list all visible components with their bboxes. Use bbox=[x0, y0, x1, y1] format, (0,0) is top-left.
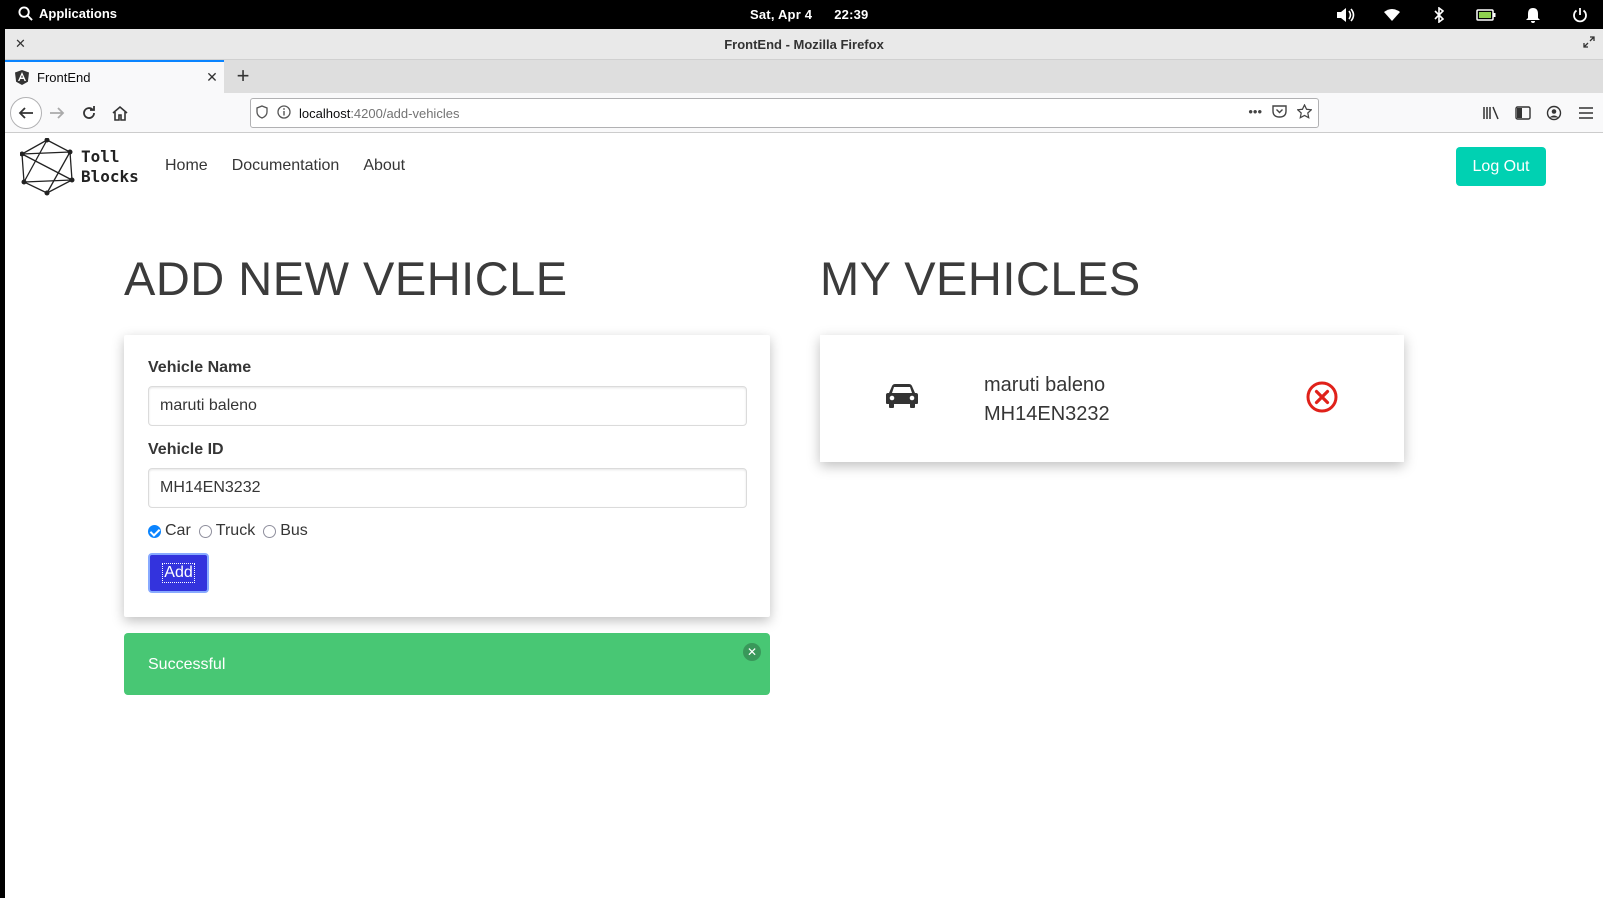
network-logo-icon bbox=[20, 138, 75, 196]
reload-icon bbox=[83, 106, 95, 119]
forward-button[interactable] bbox=[43, 99, 71, 127]
radio-truck[interactable]: Truck bbox=[198, 522, 256, 540]
vehicle-info: maruti baleno MH14EN3232 bbox=[984, 371, 1110, 429]
battery-icon[interactable] bbox=[1462, 4, 1509, 26]
radio-bus[interactable]: Bus bbox=[263, 522, 308, 540]
vehicle-id-input[interactable]: MH14EN3232 bbox=[148, 468, 747, 508]
navigation-toolbar: localhost:4200/add-vehicles ••• bbox=[5, 93, 1603, 133]
bookmark-star-icon[interactable] bbox=[1296, 103, 1313, 122]
time-label: 22:39 bbox=[834, 7, 869, 22]
clock[interactable]: Sat, Apr 4 22:39 bbox=[750, 7, 868, 22]
main-menu: Home Documentation About bbox=[165, 157, 405, 175]
add-vehicle-heading: ADD NEW VEHICLE bbox=[124, 252, 568, 305]
tab-bar: FrontEnd ✕ + bbox=[5, 60, 1603, 93]
toolbar-right bbox=[1476, 101, 1603, 125]
restore-window-icon[interactable] bbox=[1583, 36, 1595, 51]
radio-unchecked-icon[interactable] bbox=[198, 524, 212, 538]
notifications-icon[interactable] bbox=[1509, 4, 1556, 26]
bluetooth-icon[interactable] bbox=[1415, 4, 1462, 26]
system-top-bar: Applications Sat, Apr 4 22:39 bbox=[0, 0, 1603, 29]
web-page: Toll Blocks Home Documentation About Log … bbox=[5, 134, 1603, 898]
back-arrow-icon bbox=[18, 107, 33, 119]
add-button-label: Add bbox=[162, 563, 195, 583]
tab-frontend[interactable]: FrontEnd ✕ bbox=[5, 60, 224, 93]
window-titlebar[interactable]: ✕ FrontEnd - Mozilla Firefox bbox=[5, 29, 1603, 60]
back-button[interactable] bbox=[10, 97, 42, 129]
page-actions-icon[interactable]: ••• bbox=[1248, 104, 1262, 122]
brand-logo[interactable]: Toll Blocks bbox=[20, 138, 139, 196]
window-title: FrontEnd - Mozilla Firefox bbox=[724, 37, 884, 52]
brand-line-1: Toll bbox=[81, 147, 120, 166]
radio-car[interactable]: Car bbox=[148, 522, 191, 540]
tab-title: FrontEnd bbox=[37, 70, 91, 85]
vehicle-name: maruti baleno bbox=[984, 374, 1106, 396]
applications-label: Applications bbox=[39, 6, 118, 21]
add-button[interactable]: Add bbox=[148, 553, 209, 593]
reload-button[interactable] bbox=[75, 99, 103, 127]
url-path: :4200/add-vehicles bbox=[350, 105, 460, 121]
angular-favicon-icon bbox=[15, 70, 29, 85]
hamburger-menu-icon[interactable] bbox=[1569, 101, 1603, 125]
app-navbar: Toll Blocks Home Documentation About Log … bbox=[5, 134, 1603, 199]
vehicle-id-value: MH14EN3232 bbox=[160, 479, 261, 496]
system-tray bbox=[1321, 4, 1603, 26]
applications-menu[interactable]: Applications bbox=[18, 6, 117, 21]
log-out-button[interactable]: Log Out bbox=[1456, 147, 1546, 186]
sidebar-icon[interactable] bbox=[1507, 101, 1538, 125]
notification-text: Successful bbox=[148, 656, 226, 673]
dismiss-notification-icon[interactable]: ✕ bbox=[743, 643, 761, 661]
home-button[interactable] bbox=[106, 99, 134, 127]
close-tab-icon[interactable]: ✕ bbox=[200, 69, 224, 86]
vehicle-name-value: maruti baleno bbox=[160, 397, 257, 414]
shield-icon[interactable] bbox=[251, 104, 273, 122]
brand-name: Toll Blocks bbox=[81, 147, 139, 187]
vehicle-type-group: Car Truck Bus bbox=[148, 522, 746, 540]
nav-about-link[interactable]: About bbox=[363, 157, 405, 175]
date-label: Sat, Apr 4 bbox=[750, 7, 813, 22]
browser-window: ✕ FrontEnd - Mozilla Firefox FrontEnd ✕ … bbox=[5, 29, 1603, 898]
vehicle-id-label: Vehicle ID bbox=[148, 441, 224, 458]
wifi-icon[interactable] bbox=[1368, 4, 1415, 26]
power-icon[interactable] bbox=[1556, 4, 1603, 26]
vehicle-name-input[interactable]: maruti baleno bbox=[148, 386, 747, 426]
info-icon[interactable] bbox=[273, 104, 295, 122]
radio-bus-label: Bus bbox=[280, 522, 308, 539]
add-vehicle-form: Vehicle Name maruti baleno Vehicle ID MH… bbox=[124, 335, 770, 617]
radio-unchecked-icon[interactable] bbox=[263, 524, 277, 538]
add-vehicle-section: ADD NEW VEHICLE Vehicle Name maruti bale… bbox=[124, 251, 770, 695]
my-vehicles-section: MY VEHICLES maruti baleno MH14EN3232 bbox=[820, 251, 1404, 462]
search-icon bbox=[18, 6, 33, 21]
pocket-icon[interactable] bbox=[1272, 104, 1287, 122]
car-icon bbox=[886, 384, 918, 408]
radio-checked-icon[interactable] bbox=[148, 524, 161, 538]
vehicle-id: MH14EN3232 bbox=[984, 403, 1110, 425]
url-bar[interactable]: localhost:4200/add-vehicles ••• bbox=[250, 98, 1319, 128]
home-icon bbox=[112, 105, 128, 121]
new-tab-icon[interactable]: + bbox=[231, 64, 255, 88]
volume-icon[interactable] bbox=[1321, 4, 1368, 26]
my-vehicles-heading: MY VEHICLES bbox=[820, 252, 1141, 305]
success-notification: Successful ✕ bbox=[124, 633, 770, 695]
account-icon[interactable] bbox=[1538, 101, 1569, 125]
library-icon[interactable] bbox=[1476, 101, 1507, 125]
brand-line-2: Blocks bbox=[81, 167, 139, 186]
remove-vehicle-icon[interactable] bbox=[1306, 381, 1338, 413]
nav-home-link[interactable]: Home bbox=[165, 157, 208, 175]
forward-arrow-icon bbox=[50, 107, 65, 119]
vehicle-card: maruti baleno MH14EN3232 bbox=[820, 335, 1404, 462]
radio-truck-label: Truck bbox=[215, 522, 256, 539]
nav-documentation-link[interactable]: Documentation bbox=[232, 157, 340, 175]
radio-car-label: Car bbox=[165, 522, 191, 539]
url-host: localhost bbox=[299, 105, 351, 121]
vehicle-name-label: Vehicle Name bbox=[148, 359, 252, 376]
